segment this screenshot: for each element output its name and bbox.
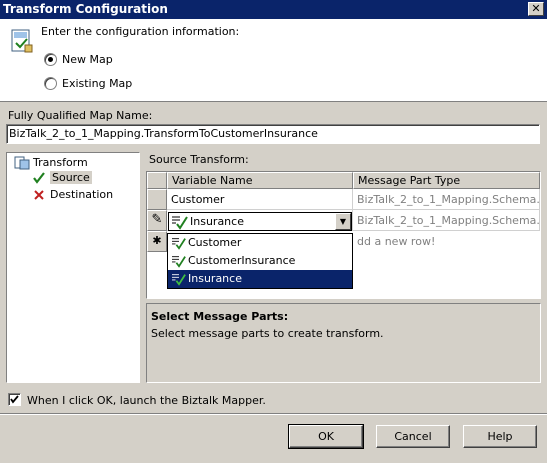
ok-button[interactable]: OK: [288, 424, 364, 449]
config-prompt: Enter the configuration information:: [41, 25, 240, 38]
check-icon: [33, 172, 45, 184]
tree-view[interactable]: Transform Source Destination: [6, 152, 140, 383]
title-bar: Transform Configuration ✕: [0, 0, 547, 19]
new-map-label[interactable]: New Map: [62, 53, 113, 66]
dropdown-item-insurance[interactable]: Insurance: [168, 270, 352, 288]
footer-separator: [0, 413, 547, 415]
variable-dropdown-list[interactable]: Customer CustomerInsurance Insurance: [167, 233, 353, 289]
existing-map-radio[interactable]: [44, 77, 57, 90]
combobox-dropdown-button[interactable]: ▼: [335, 213, 351, 230]
chevron-down-icon: ▼: [339, 217, 347, 226]
variable-name-combobox[interactable]: Insurance ▼: [168, 212, 352, 231]
new-map-radio[interactable]: [44, 53, 57, 66]
transform-icon: [14, 156, 30, 170]
info-title: Select Message Parts:: [151, 310, 289, 323]
row-header-editing[interactable]: ✎: [147, 210, 167, 231]
dropdown-item-label: CustomerInsurance: [188, 254, 296, 267]
dropdown-item-customer-insurance[interactable]: CustomerInsurance: [168, 252, 352, 270]
tree-item-destination[interactable]: Destination: [50, 188, 113, 201]
window-title: Transform Configuration: [3, 2, 168, 16]
tree-item-source[interactable]: Source: [50, 171, 92, 184]
schema-icon: [172, 216, 188, 230]
cancel-button[interactable]: Cancel: [376, 425, 450, 448]
row-header[interactable]: [147, 189, 167, 210]
dropdown-item-label: Insurance: [188, 272, 242, 285]
combobox-value: Insurance: [190, 215, 244, 228]
launch-mapper-checkbox[interactable]: [8, 393, 21, 406]
cell-message-part-type[interactable]: BizTalk_2_to_1_Mapping.Schema...: [353, 189, 540, 210]
x-icon: [34, 190, 44, 200]
map-name-label: Fully Qualified Map Name:: [8, 109, 153, 122]
schema-icon: [172, 256, 186, 268]
map-name-input[interactable]: BizTalk_2_to_1_Mapping.TransformToCustom…: [6, 124, 540, 144]
grid-corner: [147, 172, 167, 189]
col-message-part-type[interactable]: Message Part Type: [353, 172, 540, 189]
col-variable-name[interactable]: Variable Name: [167, 172, 353, 189]
info-panel: Select Message Parts: Select message par…: [146, 303, 541, 383]
dropdown-item-customer[interactable]: Customer: [168, 234, 352, 252]
existing-map-label[interactable]: Existing Map: [62, 77, 132, 90]
pencil-icon: ✎: [151, 212, 163, 227]
asterisk-icon: ✱: [152, 234, 162, 247]
tree-root-transform[interactable]: Transform: [33, 156, 88, 169]
new-row-hint[interactable]: dd a new row!: [353, 231, 540, 252]
cell-message-part-type[interactable]: BizTalk_2_to_1_Mapping.Schema...: [353, 210, 540, 231]
dropdown-item-label: Customer: [188, 236, 242, 249]
help-button[interactable]: Help: [463, 425, 537, 448]
wizard-icon: [11, 29, 33, 53]
source-transform-label: Source Transform:: [149, 153, 249, 166]
row-header-new[interactable]: ✱: [147, 231, 167, 252]
close-icon: ✕: [531, 2, 541, 15]
launch-mapper-label[interactable]: When I click OK, launch the Biztalk Mapp…: [27, 394, 266, 407]
schema-icon: [172, 274, 186, 286]
cell-variable-name[interactable]: Customer: [167, 189, 353, 210]
schema-icon: [172, 238, 186, 250]
info-text: Select message parts to create transform…: [151, 327, 384, 340]
close-button[interactable]: ✕: [528, 2, 544, 16]
header-panel: Enter the configuration information: New…: [0, 19, 547, 102]
checkmark-icon: [10, 395, 19, 404]
